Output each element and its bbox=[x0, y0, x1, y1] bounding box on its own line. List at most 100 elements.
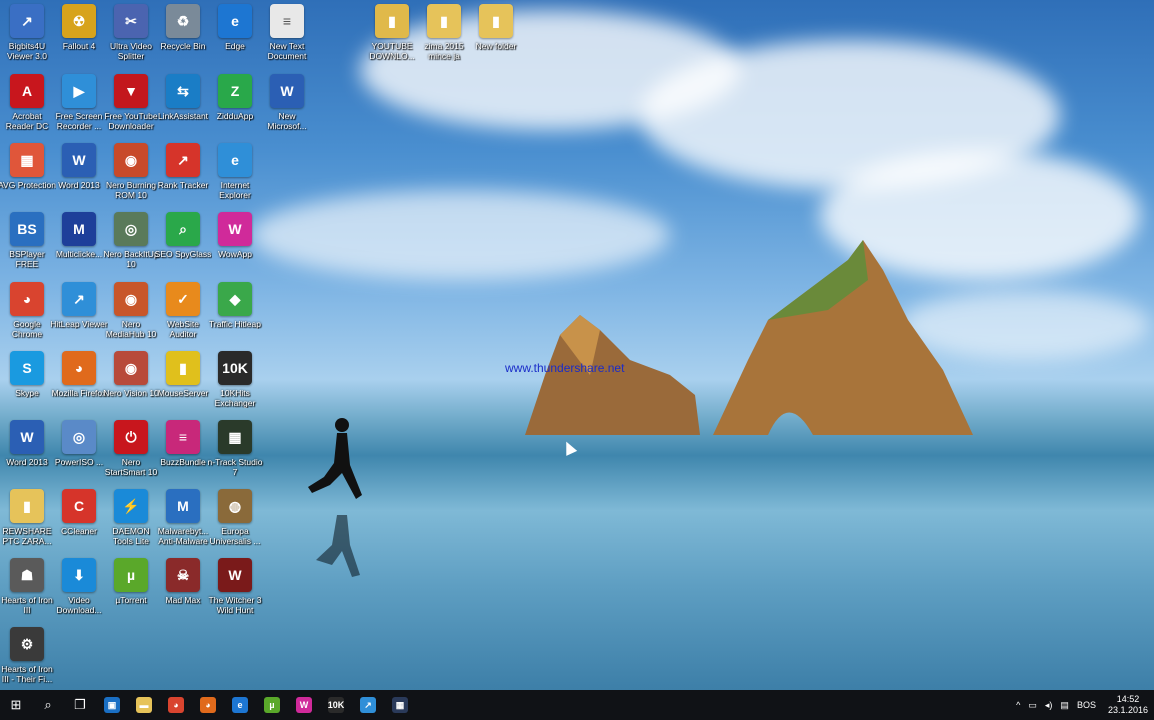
desktop-icon[interactable]: µ µTorrent bbox=[104, 558, 158, 626]
input-language[interactable]: BOS bbox=[1077, 700, 1096, 710]
taskbar-app-icon: e bbox=[232, 697, 248, 713]
desktop-icon[interactable]: ⬇ Video Download... bbox=[52, 558, 106, 626]
desktop-icon[interactable]: W WowApp bbox=[208, 212, 262, 280]
desktop-icon[interactable]: ◉ Nero Vision 10 bbox=[103, 351, 159, 419]
desktop-icon[interactable]: M Malwarebyt... Anti-Malware bbox=[156, 489, 210, 557]
desktop-icon[interactable]: ◆ Traffic Hitleap bbox=[208, 282, 262, 350]
app-icon: ▦ bbox=[10, 143, 44, 177]
taskbar-app-icon: ▣ bbox=[104, 697, 120, 713]
desktop-icon[interactable]: ◎ PowerISO ... bbox=[52, 420, 106, 488]
taskbar-app-button[interactable]: e bbox=[224, 690, 256, 720]
desktop-icon[interactable]: W Word 2013 bbox=[0, 420, 54, 488]
desktop-icon[interactable]: ▶ Free Screen Recorder ... bbox=[52, 74, 106, 142]
desktop-icon[interactable]: ⚡ DAEMON Tools Lite bbox=[104, 489, 158, 557]
desktop-icon[interactable]: ♻ Recycle Bin bbox=[156, 4, 210, 72]
app-icon: 10K bbox=[218, 351, 252, 385]
desktop-icon[interactable]: ☠ Mad Max bbox=[156, 558, 210, 626]
desktop-icon[interactable]: ≡ New Text Document bbox=[260, 4, 314, 72]
desktop-icon[interactable]: W New Microsof... bbox=[260, 74, 314, 142]
desktop-icon[interactable]: ▦ n-Track Studio 7 bbox=[208, 420, 262, 488]
desktop-icon[interactable]: ▮ zima 2015 mince ja bbox=[417, 4, 471, 72]
desktop-icon-label: Acrobat Reader DC bbox=[5, 111, 49, 131]
search-button[interactable]: ⌕ bbox=[32, 690, 64, 720]
desktop-icon-label: WowApp bbox=[218, 249, 252, 259]
taskbar: ⊞ ⌕ ❐ ▣ ▬ ◕ ◕ e µ W 10K ↗ ▦ ^ ▭ ◂) ▤ BOS 14:52 23… bbox=[0, 690, 1154, 720]
desktop-icon-label: LinkAssistant bbox=[157, 111, 209, 121]
desktop-icon[interactable]: ✂ Ultra Video Splitter bbox=[104, 4, 158, 72]
desktop-icon[interactable]: W The Witcher 3 Wild Hunt bbox=[208, 558, 262, 626]
desktop-icon[interactable]: ⌕ SEO SpyGlass bbox=[155, 212, 211, 280]
app-icon: ▮ bbox=[375, 4, 409, 38]
app-icon: ▮ bbox=[10, 489, 44, 523]
desktop-icon[interactable]: W Word 2013 bbox=[52, 143, 106, 211]
desktop-icon[interactable]: ▮ REWSHARE PTC ZARA... bbox=[0, 489, 54, 557]
desktop-icon[interactable]: Z ZidduApp bbox=[208, 74, 262, 142]
desktop-icon[interactable]: ☗ Hearts of Iron III bbox=[0, 558, 54, 626]
desktop-icon[interactable]: ◎ Nero BackItUp 10 bbox=[103, 212, 159, 280]
app-icon: ▼ bbox=[114, 74, 148, 108]
desktop-icon-label: Skype bbox=[15, 388, 39, 398]
desktop-icon[interactable]: A Acrobat Reader DC bbox=[0, 74, 54, 142]
taskbar-app-icon: W bbox=[296, 697, 312, 713]
desktop-icon-label: REWSHARE PTC ZARA... bbox=[2, 526, 52, 546]
taskbar-app-button[interactable]: ◕ bbox=[192, 690, 224, 720]
desktop-icon[interactable]: ▮ MouseServer bbox=[156, 351, 210, 419]
desktop-icon[interactable]: e Edge bbox=[208, 4, 262, 72]
taskbar-app-button[interactable]: ▦ bbox=[384, 690, 416, 720]
desktop-icon[interactable]: ⏻ Nero StartSmart 10 bbox=[104, 420, 158, 488]
desktop-icon[interactable]: S Skype bbox=[0, 351, 54, 419]
runner-silhouette bbox=[308, 418, 362, 577]
desktop-icon[interactable]: C CCleaner bbox=[52, 489, 106, 557]
tray-overflow-chevron-icon[interactable]: ^ bbox=[1016, 700, 1020, 710]
app-icon: ⇆ bbox=[166, 74, 200, 108]
notification-icon[interactable]: ▤ bbox=[1060, 700, 1069, 711]
taskbar-app-button[interactable]: ▬ bbox=[128, 690, 160, 720]
taskbar-app-button[interactable]: 10K bbox=[320, 690, 352, 720]
desktop-icon-label: BuzzBundle bbox=[160, 457, 206, 467]
taskbar-app-button[interactable]: ▣ bbox=[96, 690, 128, 720]
desktop-icon[interactable]: ☢ Fallout 4 bbox=[52, 4, 106, 72]
taskbar-app-button[interactable]: W bbox=[288, 690, 320, 720]
desktop-icon[interactable]: ↗ Bigbits4U Viewer 3.0 bbox=[0, 4, 54, 72]
desktop-icon[interactable]: ≡ BuzzBundle bbox=[156, 420, 210, 488]
task-view-icon: ❐ bbox=[74, 697, 86, 712]
desktop-icon[interactable]: ✓ WebSite Auditor bbox=[156, 282, 210, 350]
desktop-icon-label: New Text Document bbox=[267, 41, 307, 61]
volume-icon[interactable]: ◂) bbox=[1045, 700, 1053, 711]
app-icon: ⌕ bbox=[166, 212, 200, 246]
app-icon: ▶ bbox=[62, 74, 96, 108]
desktop-icon[interactable]: ↗ HitLeap Viewer bbox=[50, 282, 108, 350]
desktop-icon[interactable]: ▮ YOUTUBE DOWNLO... bbox=[365, 4, 419, 72]
desktop-icon[interactable]: ◍ Europa Universalis ... bbox=[208, 489, 262, 557]
desktop-icon[interactable]: ↗ Rank Tracker bbox=[156, 143, 210, 211]
desktop-icon-label: Fallout 4 bbox=[62, 41, 96, 51]
desktop-icon-label: Ultra Video Splitter bbox=[110, 41, 152, 61]
app-icon: ◉ bbox=[114, 143, 148, 177]
desktop-icon[interactable]: ◕ Mozilla Firefox bbox=[52, 351, 106, 419]
desktop-icon[interactable]: ▮ New folder bbox=[469, 4, 523, 72]
desktop-icon[interactable]: ▦ AVG Protection bbox=[0, 143, 56, 211]
desktop-icon[interactable]: ▼ Free YouTube Downloader bbox=[104, 74, 158, 142]
desktop-icon[interactable]: e Internet Explorer bbox=[208, 143, 262, 211]
desktop-icon-label: HitLeap Viewer bbox=[50, 319, 108, 329]
start-button[interactable]: ⊞ bbox=[0, 690, 32, 720]
taskbar-app-button[interactable]: ◕ bbox=[160, 690, 192, 720]
taskbar-app-icon: ▬ bbox=[136, 697, 152, 713]
task-view-button[interactable]: ❐ bbox=[64, 690, 96, 720]
network-icon[interactable]: ▭ bbox=[1028, 700, 1037, 711]
desktop-icon-label: Edge bbox=[225, 41, 245, 51]
app-icon: ✂ bbox=[114, 4, 148, 38]
desktop-icon[interactable]: ⇆ LinkAssistant bbox=[156, 74, 210, 142]
desktop-icon[interactable]: BS BSPlayer FREE bbox=[0, 212, 54, 280]
desktop-icon[interactable]: 10K 10KHits Exchanger bbox=[208, 351, 262, 419]
taskbar-app-button[interactable]: µ bbox=[256, 690, 288, 720]
desktop-icon[interactable]: M Multiclicke... bbox=[52, 212, 106, 280]
desktop-icon[interactable]: ◕ Google Chrome bbox=[0, 282, 54, 350]
desktop-icon-label: YOUTUBE DOWNLO... bbox=[369, 41, 415, 61]
app-icon: ☢ bbox=[62, 4, 96, 38]
taskbar-app-button[interactable]: ↗ bbox=[352, 690, 384, 720]
clock[interactable]: 14:52 23.1.2016 bbox=[1108, 694, 1148, 716]
desktop-icon[interactable]: ⚙ Hearts of Iron III - Their Fi... bbox=[0, 627, 54, 690]
desktop-icon[interactable]: ◉ Nero Burning ROM 10 bbox=[104, 143, 158, 211]
desktop-icon[interactable]: ◉ Nero MediaHub 10 bbox=[104, 282, 158, 350]
